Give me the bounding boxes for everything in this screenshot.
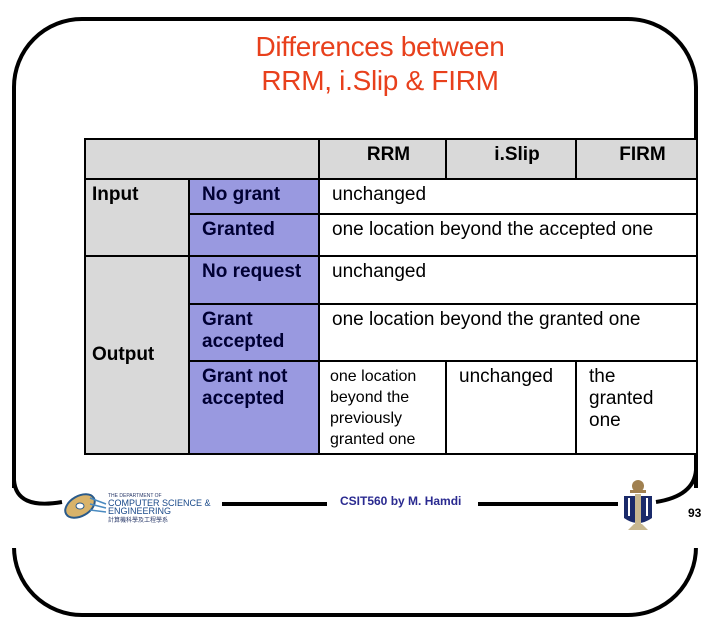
value-cell: unchanged xyxy=(318,178,698,215)
dept-line-3: ENGINEERING xyxy=(108,506,171,516)
department-logo: THE DEPARTMENT OF COMPUTER SCIENCE & ENG… xyxy=(64,493,211,524)
condition-cell: Grant not accepted xyxy=(188,360,320,455)
slide-title: Differences between RRM, i.Slip & FIRM xyxy=(0,30,720,98)
dept-line-4: 計算機科學及工程學系 xyxy=(108,516,168,524)
title-line-1: Differences between xyxy=(255,31,505,62)
condition-cell: No request xyxy=(188,255,320,305)
title-line-2: RRM, i.Slip & FIRM xyxy=(261,65,499,96)
table-header-row: RRM i.Slip FIRM xyxy=(84,138,698,180)
header-islip: i.Slip xyxy=(445,138,577,180)
value-cell: unchanged xyxy=(318,255,698,305)
condition-cell: No grant xyxy=(188,178,320,215)
condition-cell: Grant accepted xyxy=(188,303,320,362)
page-number: 93 xyxy=(688,506,702,520)
value-cell-firm: the granted one xyxy=(575,360,698,455)
footer-course-label: CSIT560 by M. Hamdi xyxy=(340,494,462,508)
condition-cell: Granted xyxy=(188,213,320,257)
value-cell: one location beyond the accepted one xyxy=(318,213,698,257)
university-logo xyxy=(624,480,652,530)
header-firm: FIRM xyxy=(575,138,698,180)
value-cell: one location beyond the granted one xyxy=(318,303,698,362)
header-rrm: RRM xyxy=(318,138,447,180)
frame-corner-left xyxy=(12,479,63,506)
header-blank xyxy=(84,138,320,180)
group-label-output: Output xyxy=(84,255,190,455)
comparison-table: RRM i.Slip FIRM Input No grant unchanged… xyxy=(84,138,698,455)
group-label-input: Input xyxy=(84,178,190,257)
value-cell-rrm: one location beyond the previously grant… xyxy=(318,360,447,455)
value-cell-islip: unchanged xyxy=(445,360,577,455)
table-row: Output No request unchanged xyxy=(84,255,698,455)
frame-corner-right xyxy=(655,469,698,504)
disc-icon xyxy=(64,493,107,519)
table-row: Input No grant unchanged xyxy=(84,178,698,257)
